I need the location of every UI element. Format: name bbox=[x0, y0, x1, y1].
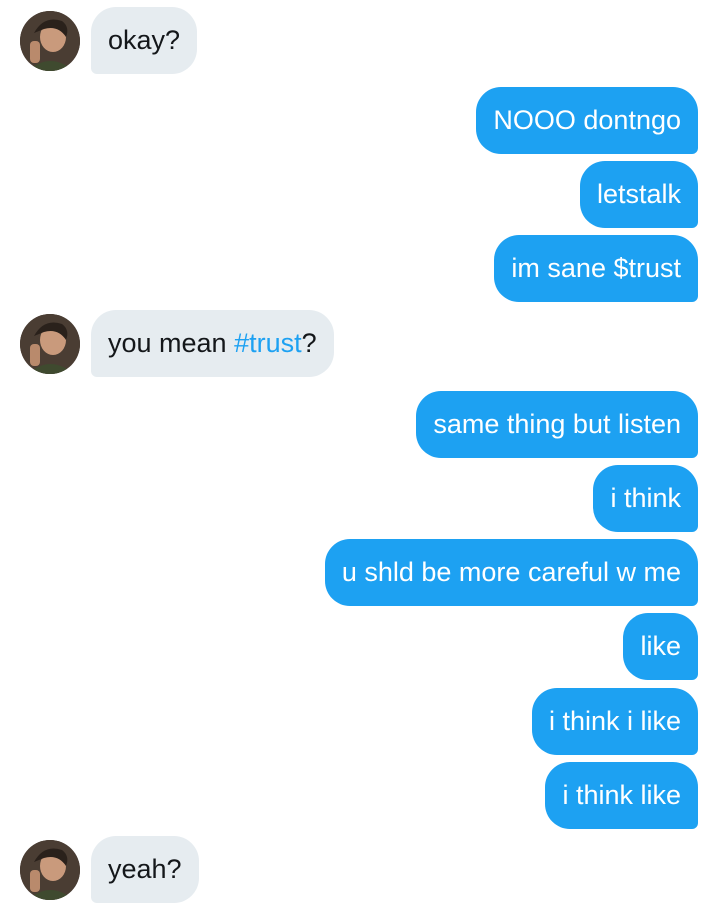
message-text: letstalk bbox=[596, 179, 681, 209]
message-text: u shld be more careful w me bbox=[341, 557, 681, 587]
message-bubble-outgoing[interactable]: same thing but listen bbox=[416, 391, 698, 458]
avatar[interactable] bbox=[20, 313, 80, 374]
message-row-outgoing: NOOO dontngo bbox=[476, 87, 698, 154]
message-text: im sane $trust bbox=[511, 253, 681, 283]
message-row-outgoing: im sane $trust bbox=[494, 235, 698, 302]
message-bubble-outgoing[interactable]: u shld be more careful w me bbox=[324, 539, 698, 606]
message-text: i think i like bbox=[548, 706, 681, 736]
message-text: yeah? bbox=[108, 854, 182, 884]
user-avatar-icon bbox=[20, 839, 80, 900]
message-bubble-incoming[interactable]: yeah? bbox=[91, 836, 199, 903]
chat-thread: okay? NOOO dontngo letstalk im sane $tru… bbox=[0, 0, 701, 908]
message-bubble-outgoing[interactable]: im sane $trust bbox=[494, 235, 698, 302]
message-row-incoming: you mean #trust? bbox=[20, 310, 334, 377]
message-text: you mean bbox=[108, 328, 235, 358]
message-bubble-incoming[interactable]: you mean #trust? bbox=[91, 310, 334, 377]
message-row-outgoing: same thing but listen bbox=[416, 391, 698, 458]
message-row-outgoing: i think bbox=[593, 465, 698, 532]
message-text: i think bbox=[610, 483, 681, 513]
message-bubble-outgoing[interactable]: NOOO dontngo bbox=[476, 87, 698, 154]
message-bubble-outgoing[interactable]: letstalk bbox=[579, 161, 698, 228]
message-bubble-outgoing[interactable]: i think i like bbox=[531, 688, 698, 755]
message-bubble-incoming[interactable]: okay? bbox=[91, 7, 198, 74]
avatar[interactable] bbox=[20, 10, 80, 71]
message-row-outgoing: u shld be more careful w me bbox=[324, 539, 698, 606]
message-row-incoming: yeah? bbox=[20, 836, 199, 903]
hashtag-link[interactable]: #trust bbox=[234, 330, 302, 357]
message-row-outgoing: i think i like bbox=[531, 688, 698, 755]
avatar[interactable] bbox=[20, 839, 80, 900]
message-row-outgoing: letstalk bbox=[579, 161, 698, 228]
user-avatar-icon bbox=[20, 313, 80, 374]
user-avatar-icon bbox=[20, 10, 80, 71]
message-bubble-outgoing[interactable]: like bbox=[623, 613, 698, 680]
message-row-outgoing: like bbox=[623, 613, 698, 680]
message-row-incoming: okay? bbox=[20, 7, 198, 74]
message-text: okay? bbox=[108, 25, 181, 55]
message-text: like bbox=[640, 631, 681, 661]
message-text: ? bbox=[301, 328, 317, 358]
message-text: NOOO dontngo bbox=[493, 105, 681, 135]
message-text: i think like bbox=[562, 780, 681, 810]
message-bubble-outgoing[interactable]: i think bbox=[593, 465, 698, 532]
message-text: same thing but listen bbox=[433, 409, 681, 439]
message-row-outgoing: i think like bbox=[545, 762, 698, 829]
message-bubble-outgoing[interactable]: i think like bbox=[545, 762, 698, 829]
